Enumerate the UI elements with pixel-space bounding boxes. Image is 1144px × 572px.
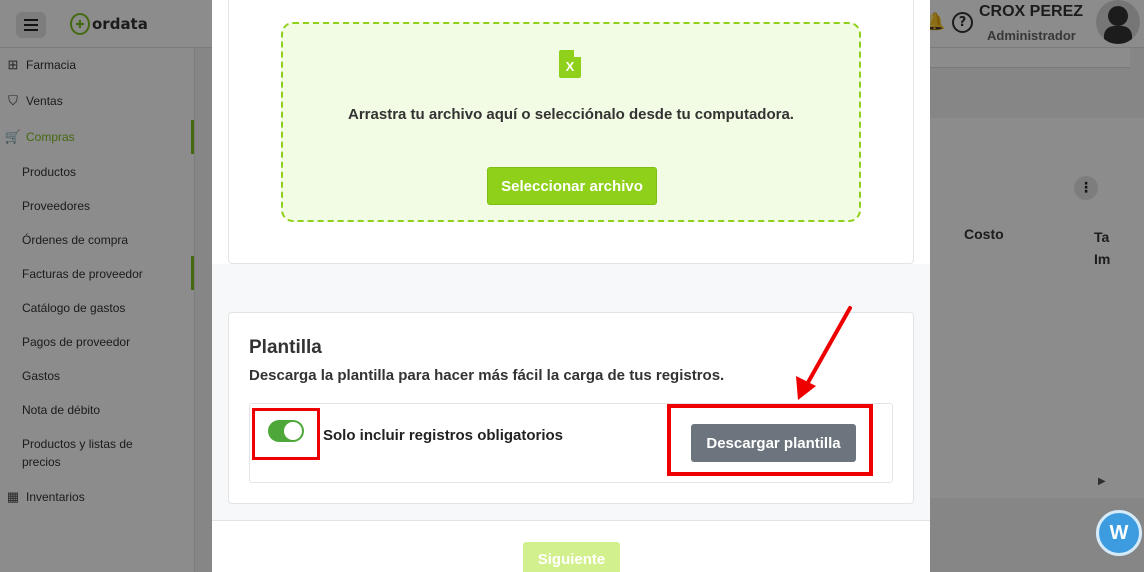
next-button[interactable]: Siguiente bbox=[523, 542, 620, 572]
download-template-button[interactable]: Descargar plantilla bbox=[691, 424, 856, 462]
chat-support-icon[interactable]: W bbox=[1096, 510, 1142, 556]
select-file-button[interactable]: Seleccionar archivo bbox=[487, 167, 657, 205]
upload-card: X Arrastra tu archivo aquí o selecciónal… bbox=[228, 0, 914, 264]
required-only-label: Solo incluir registros obligatorios bbox=[323, 427, 564, 444]
dropzone-text: Arrastra tu archivo aquí o selecciónalo … bbox=[348, 106, 794, 123]
excel-file-icon-letter: X bbox=[565, 59, 575, 74]
template-description: Descarga la plantilla para hacer más fác… bbox=[249, 367, 725, 384]
file-dropzone[interactable]: X Arrastra tu archivo aquí o selecciónal… bbox=[281, 22, 861, 222]
template-options-row: Solo incluir registros obligatorios Desc… bbox=[249, 403, 893, 483]
toggle-knob bbox=[284, 422, 302, 440]
import-modal: X Arrastra tu archivo aquí o selecciónal… bbox=[212, 0, 930, 572]
template-title: Plantilla bbox=[249, 337, 322, 358]
excel-file-icon: X bbox=[559, 50, 581, 78]
required-only-toggle[interactable] bbox=[268, 420, 304, 442]
template-card: Plantilla Descarga la plantilla para hac… bbox=[228, 312, 914, 504]
modal-footer: Siguiente bbox=[212, 520, 930, 572]
